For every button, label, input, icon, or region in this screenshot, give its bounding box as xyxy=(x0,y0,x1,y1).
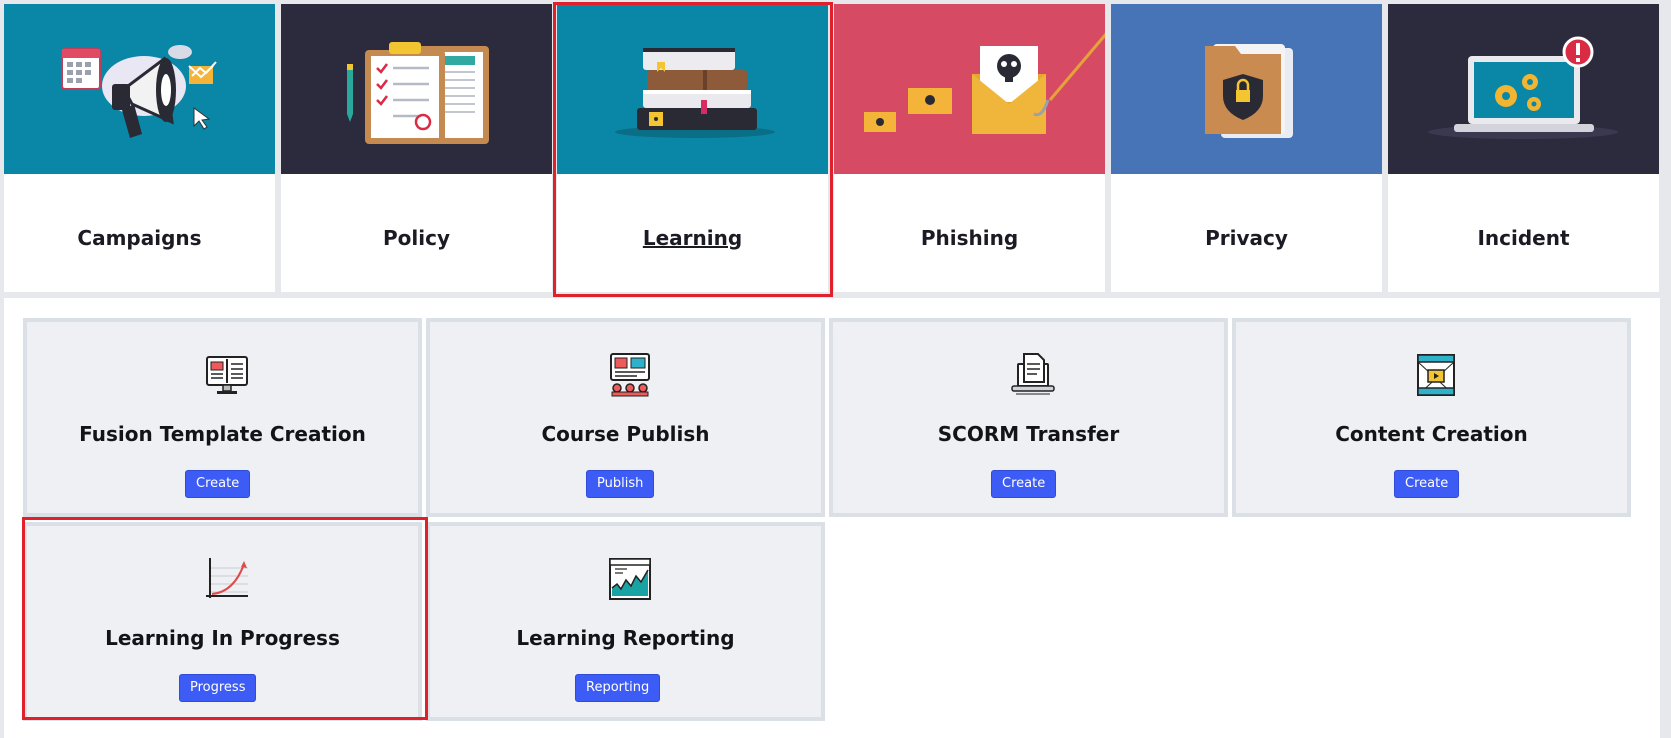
growth-curve-icon xyxy=(206,558,248,598)
module-card-learning[interactable]: Learning xyxy=(557,4,828,292)
submodule-learning-in-progress: Learning In Progress Progress xyxy=(23,522,422,721)
submodule-fusion-template-creation: Fusion Template Creation Create xyxy=(23,318,422,517)
phishing-envelope-icon xyxy=(834,4,1105,174)
policy-banner xyxy=(281,4,552,174)
module-title: Privacy xyxy=(1205,226,1288,250)
phishing-banner xyxy=(834,4,1105,174)
video-wireframe-icon xyxy=(1417,354,1455,396)
submodule-title: Learning In Progress xyxy=(105,626,340,650)
presentation-audience-icon xyxy=(610,353,650,397)
module-title: Campaigns xyxy=(77,226,202,250)
create-button[interactable]: Create xyxy=(991,470,1057,498)
privacy-banner xyxy=(1111,4,1382,174)
monitor-book-icon xyxy=(206,356,248,394)
module-title: Phishing xyxy=(920,226,1019,250)
campaigns-banner xyxy=(4,4,275,174)
clipboard-checklist-icon xyxy=(281,4,552,174)
incident-banner xyxy=(1388,4,1659,174)
laptop-gears-alert-icon xyxy=(1388,4,1659,174)
module-card-policy[interactable]: Policy xyxy=(281,4,552,292)
module-card-privacy[interactable]: Privacy xyxy=(1111,4,1382,292)
submodule-title: Course Publish xyxy=(541,422,710,446)
module-title: Policy xyxy=(382,226,450,250)
reporting-button[interactable]: Reporting xyxy=(575,674,661,702)
submodule-learning-reporting: Learning Reporting Reporting xyxy=(426,522,825,721)
submodule-scorm-transfer: SCORM Transfer Create xyxy=(829,318,1228,517)
learning-submodules: Fusion Template Creation Create Course P… xyxy=(23,318,1636,721)
progress-button[interactable]: Progress xyxy=(179,674,257,702)
learning-banner xyxy=(557,4,828,174)
module-card-campaigns[interactable]: Campaigns xyxy=(4,4,275,292)
module-card-incident[interactable]: Incident xyxy=(1388,4,1659,292)
submodule-course-publish: Course Publish Publish xyxy=(426,318,825,517)
module-title: Incident xyxy=(1477,226,1570,250)
megaphone-icon xyxy=(4,4,275,174)
module-card-phishing[interactable]: Phishing xyxy=(834,4,1105,292)
submodule-title: Learning Reporting xyxy=(516,626,735,650)
publish-button[interactable]: Publish xyxy=(586,470,655,498)
module-nav: Campaigns Policy Learning Phishing Priva… xyxy=(4,4,1660,292)
submodule-title: Content Creation xyxy=(1335,422,1528,446)
module-title: Learning xyxy=(642,226,743,250)
laptop-document-icon xyxy=(1011,353,1055,395)
create-button[interactable]: Create xyxy=(1394,470,1460,498)
report-chart-icon xyxy=(609,558,651,600)
submodule-title: Fusion Template Creation xyxy=(79,422,366,446)
submodule-title: SCORM Transfer xyxy=(937,422,1120,446)
shield-folder-icon xyxy=(1111,4,1382,174)
create-button[interactable]: Create xyxy=(185,470,251,498)
submodule-content-creation: Content Creation Create xyxy=(1232,318,1631,517)
book-stack-icon xyxy=(557,4,828,174)
